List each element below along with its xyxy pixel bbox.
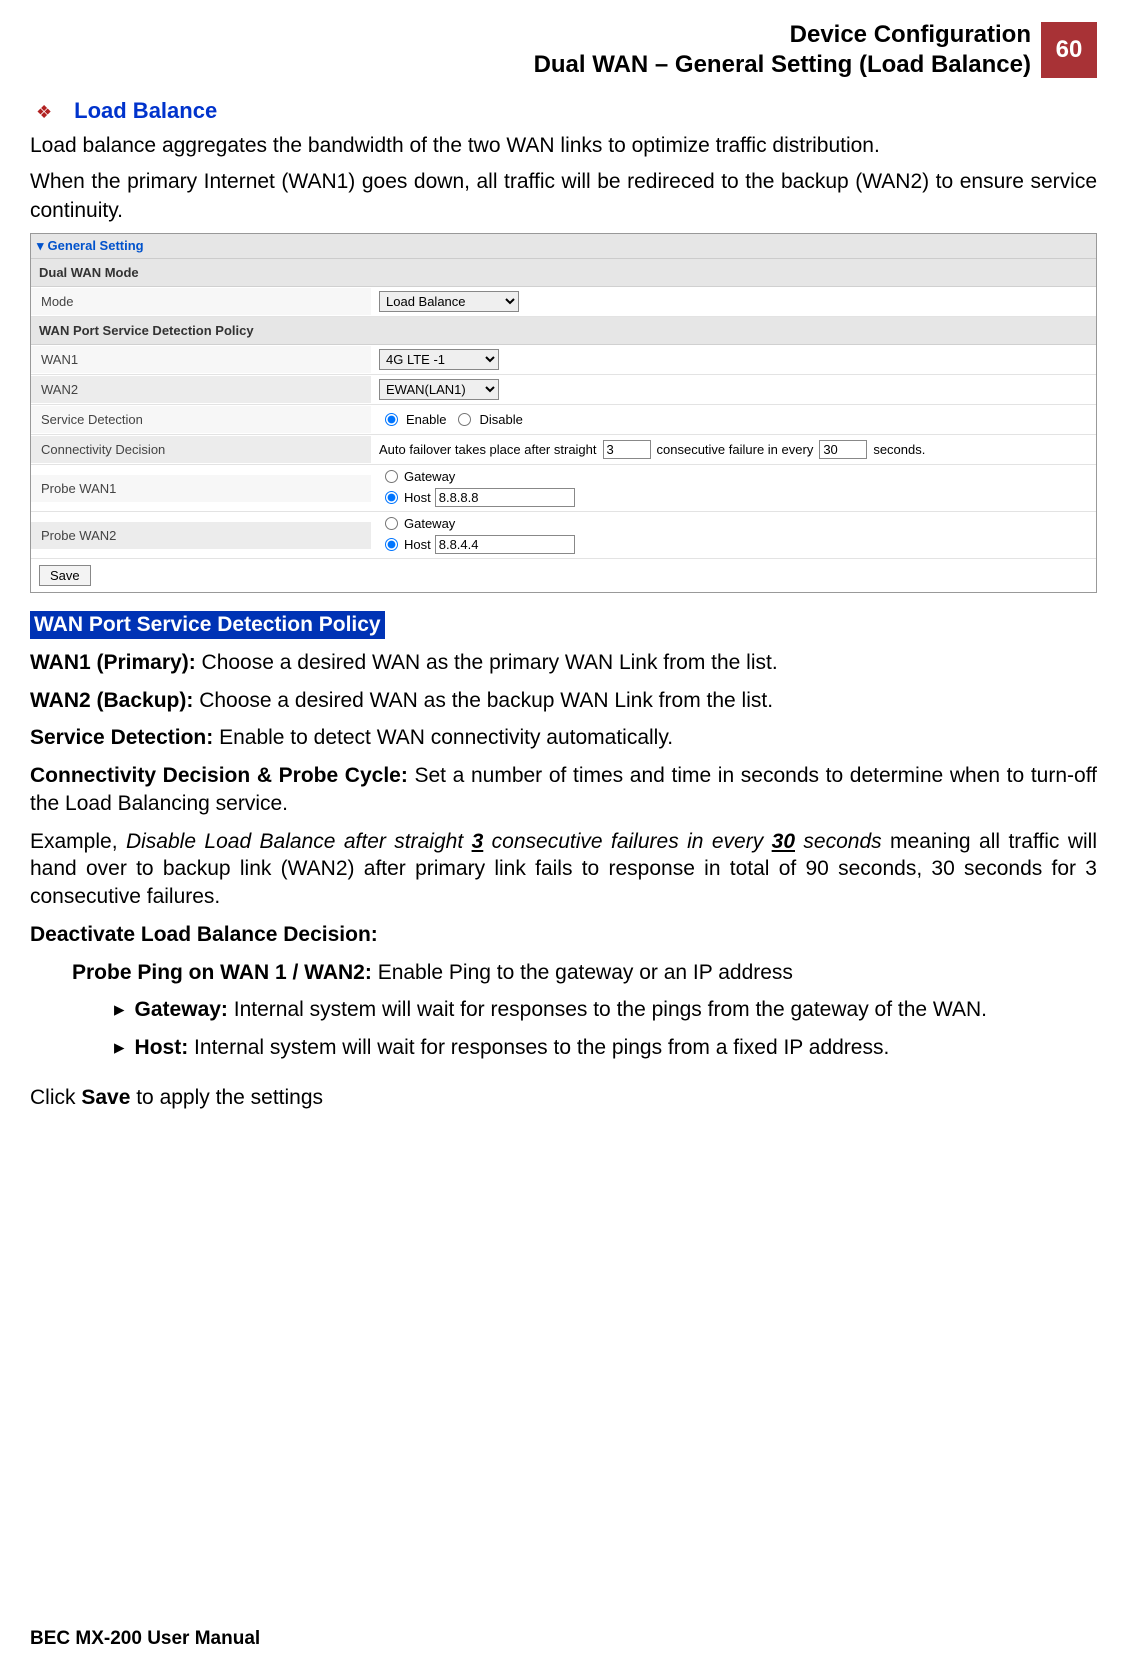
radio-probe1-host[interactable]: [385, 491, 398, 504]
caret-down-icon: ▾: [37, 238, 44, 253]
panel-header: ▾ General Setting: [31, 234, 1096, 259]
intro-paragraph-2: When the primary Internet (WAN1) goes do…: [30, 168, 1097, 225]
select-wan1[interactable]: 4G LTE -1: [379, 349, 499, 370]
save-button[interactable]: Save: [39, 565, 91, 586]
desc-deactivate: Deactivate Load Balance Decision:: [30, 921, 1097, 949]
radio-service-disable[interactable]: [458, 413, 471, 426]
page-number-badge: 60: [1041, 22, 1097, 78]
connectivity-mid: consecutive failure in every: [657, 442, 814, 457]
label-disable: Disable: [479, 412, 522, 427]
page-header: Device Configuration Dual WAN – General …: [30, 20, 1097, 80]
connectivity-prefix: Auto failover takes place after straight: [379, 442, 597, 457]
label-probe-wan1: Probe WAN1: [31, 475, 371, 502]
group-dual-wan-mode: Dual WAN Mode: [31, 259, 1096, 287]
radio-service-enable[interactable]: [385, 413, 398, 426]
input-probe1-host[interactable]: [435, 488, 575, 507]
label-gateway-2: Gateway: [404, 516, 455, 531]
label-wan2: WAN2: [31, 376, 371, 403]
desc-probe-ping: Probe Ping on WAN 1 / WAN2: Enable Ping …: [72, 959, 1097, 987]
label-gateway-1: Gateway: [404, 469, 455, 484]
config-screenshot: ▾ General Setting Dual WAN Mode Mode Load…: [30, 233, 1097, 593]
desc-example: Example, Disable Load Balance after stra…: [30, 828, 1097, 911]
label-host-2: Host: [404, 537, 431, 552]
group-wan-policy: WAN Port Service Detection Policy: [31, 317, 1096, 345]
panel-title: General Setting: [48, 238, 144, 253]
label-connectivity: Connectivity Decision: [31, 436, 371, 463]
desc-wan1: WAN1 (Primary): Choose a desired WAN as …: [30, 649, 1097, 677]
desc-service-detection: Service Detection: Enable to detect WAN …: [30, 724, 1097, 752]
section-title: Load Balance: [74, 98, 217, 124]
connectivity-suffix: seconds.: [873, 442, 925, 457]
radio-probe2-host[interactable]: [385, 538, 398, 551]
section-title-row: ❖ Load Balance: [30, 98, 1097, 124]
subsection-heading: WAN Port Service Detection Policy: [30, 611, 385, 639]
triangle-bullet-icon: ▸: [114, 996, 125, 1024]
desc-click-save: Click Save to apply the settings: [30, 1084, 1097, 1112]
label-wan1: WAN1: [31, 346, 371, 373]
label-probe-wan2: Probe WAN2: [31, 522, 371, 549]
footer-text: BEC MX-200 User Manual: [30, 1628, 260, 1650]
select-wan2[interactable]: EWAN(LAN1): [379, 379, 499, 400]
triangle-bullet-icon: ▸: [114, 1034, 125, 1062]
radio-probe2-gateway[interactable]: [385, 517, 398, 530]
input-failure-seconds[interactable]: [819, 440, 867, 459]
label-enable: Enable: [406, 412, 446, 427]
header-line2: Dual WAN – General Setting (Load Balance…: [534, 50, 1031, 80]
bullet-host: ▸ Host: Internal system will wait for re…: [114, 1034, 1097, 1062]
diamond-bullet-icon: ❖: [36, 102, 52, 123]
radio-probe1-gateway[interactable]: [385, 470, 398, 483]
bullet-gateway: ▸ Gateway: Internal system will wait for…: [114, 996, 1097, 1024]
label-host-1: Host: [404, 490, 431, 505]
desc-connectivity: Connectivity Decision & Probe Cycle: Set…: [30, 762, 1097, 817]
select-mode[interactable]: Load Balance: [379, 291, 519, 312]
label-service-detection: Service Detection: [31, 406, 371, 433]
desc-wan2: WAN2 (Backup): Choose a desired WAN as t…: [30, 687, 1097, 715]
header-text: Device Configuration Dual WAN – General …: [534, 20, 1031, 80]
input-failure-count[interactable]: [603, 440, 651, 459]
header-line1: Device Configuration: [534, 20, 1031, 50]
intro-paragraph-1: Load balance aggregates the bandwidth of…: [30, 132, 1097, 160]
input-probe2-host[interactable]: [435, 535, 575, 554]
label-mode: Mode: [31, 288, 371, 315]
